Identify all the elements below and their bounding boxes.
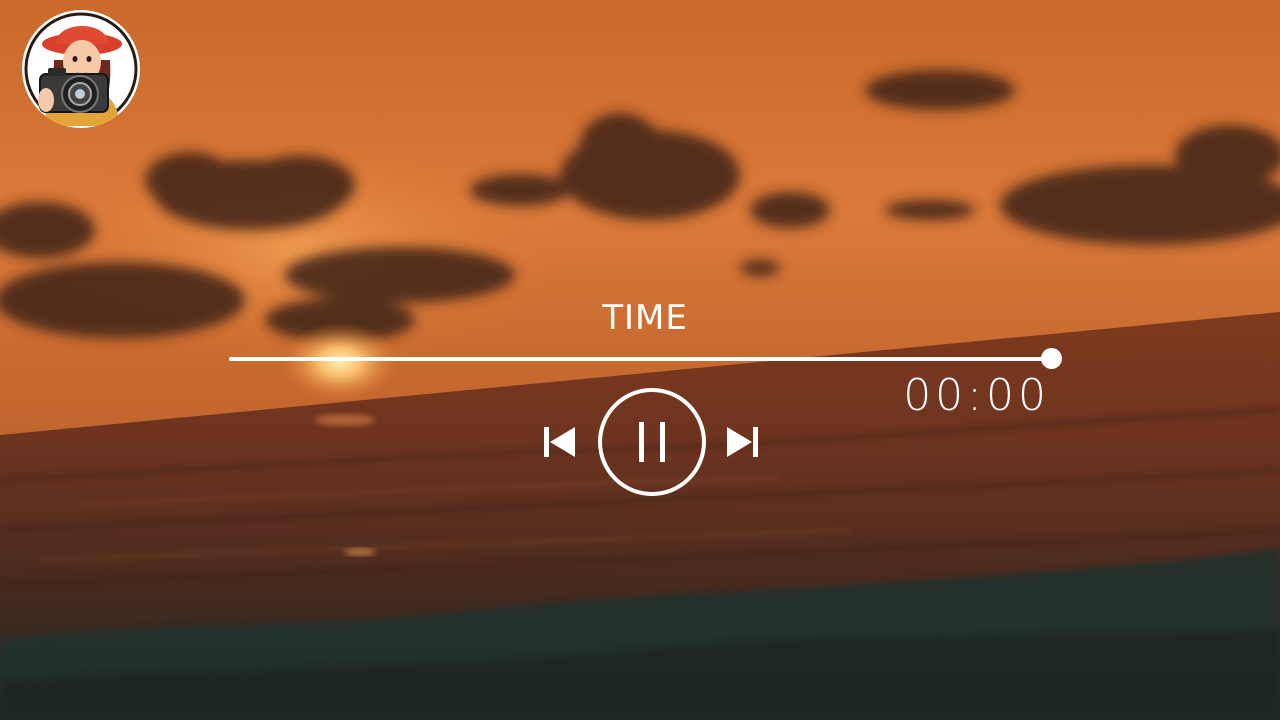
skip-next-icon <box>727 427 758 457</box>
next-track-button[interactable] <box>725 424 759 460</box>
previous-track-button[interactable] <box>543 424 577 460</box>
track-title: TIME <box>602 298 688 338</box>
channel-avatar[interactable] <box>22 10 140 128</box>
skip-previous-icon <box>544 427 575 457</box>
pause-icon <box>598 388 706 496</box>
photographer-avatar-icon <box>24 12 138 126</box>
pause-button[interactable] <box>597 387 707 497</box>
elapsed-time: 00:00 <box>903 370 1050 421</box>
progress-bar[interactable] <box>229 348 1062 369</box>
progress-fill <box>229 357 1051 361</box>
progress-knob[interactable] <box>1041 348 1062 369</box>
